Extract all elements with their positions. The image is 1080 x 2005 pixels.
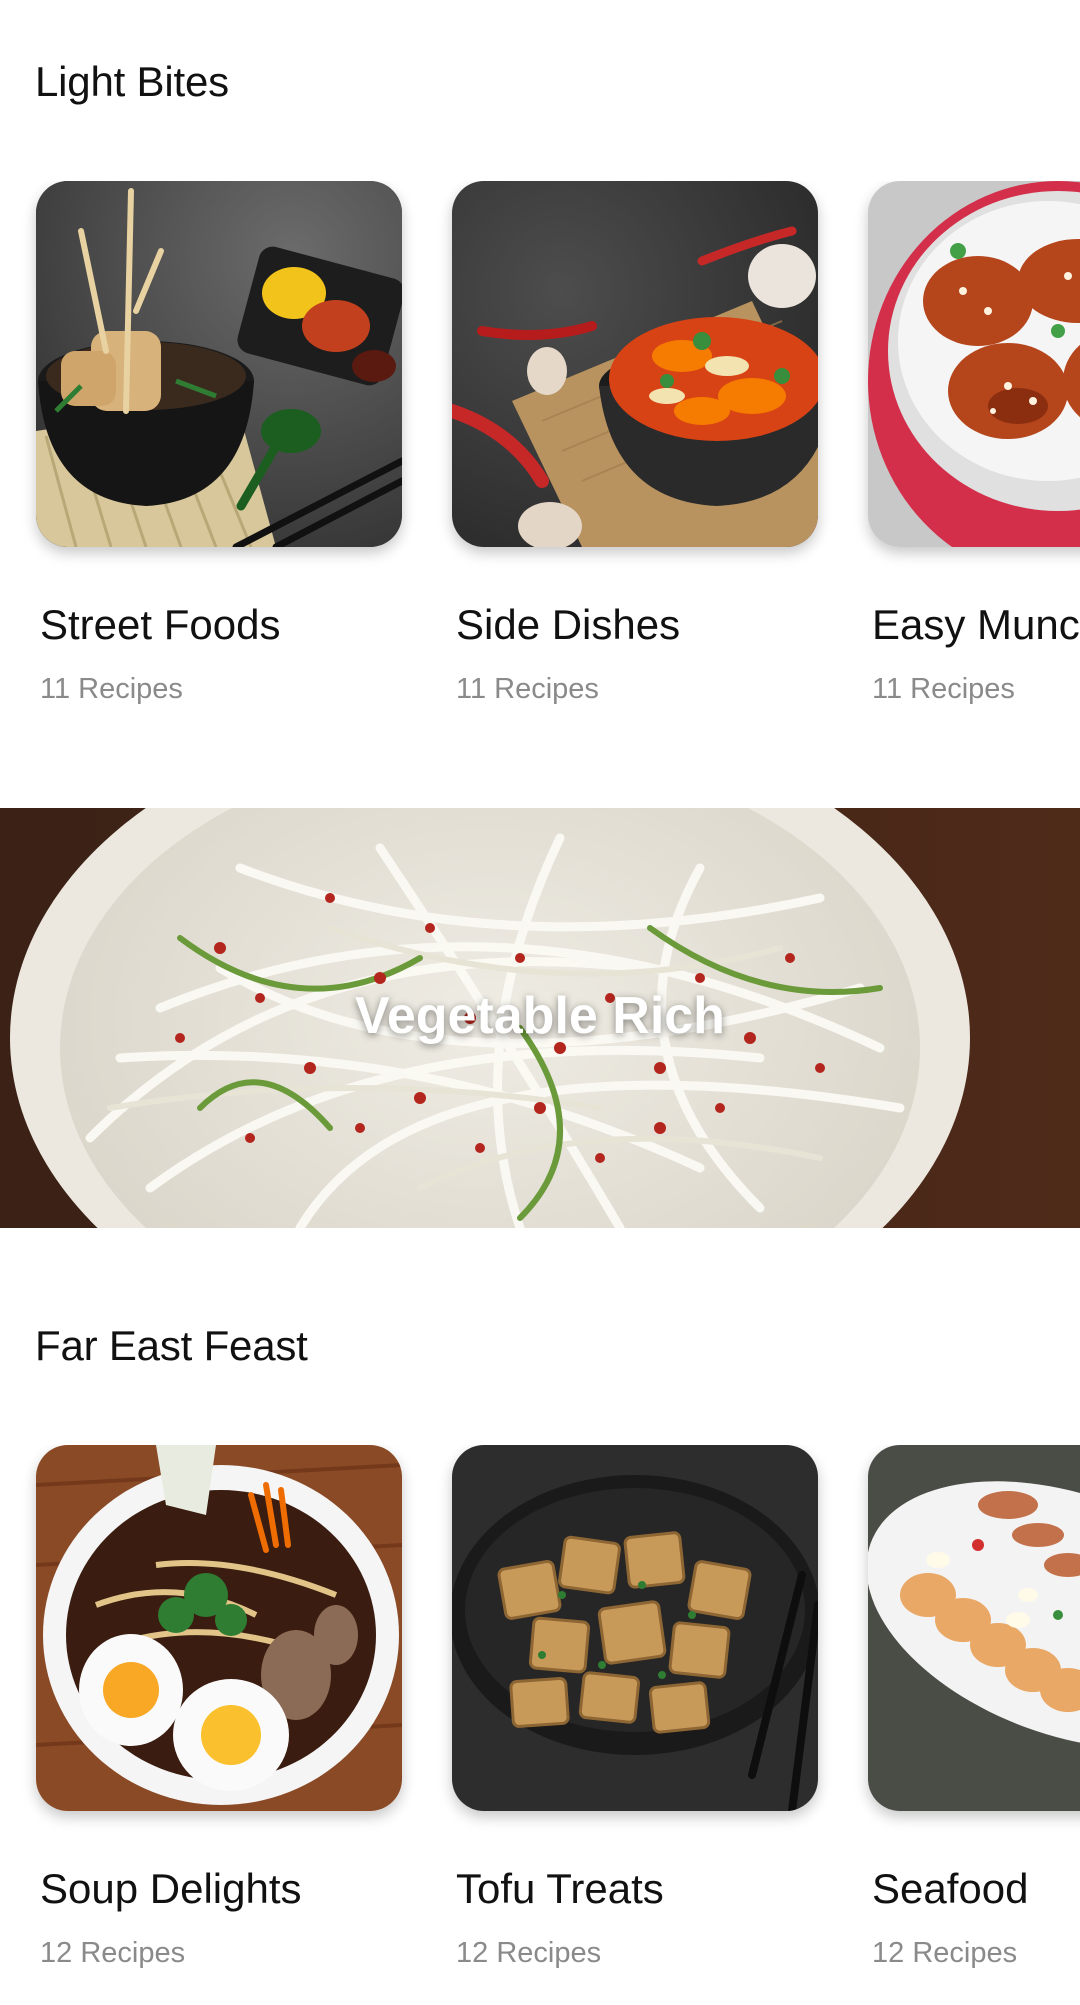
card-recipe-count: 12 Recipes <box>456 1937 602 1969</box>
card-recipe-count: 11 Recipes <box>40 673 183 705</box>
card-title: Soup Delights <box>40 1865 302 1912</box>
card-recipe-count: 12 Recipes <box>40 1937 186 1969</box>
category-card-easy-munchies[interactable]: Easy Munchies 11 Recipes <box>868 181 1080 705</box>
tofu-treats-image[interactable] <box>452 1445 818 1811</box>
card-recipe-count: 11 Recipes <box>456 673 599 705</box>
card-title: Street Foods <box>40 601 281 648</box>
side-dishes-image[interactable] <box>452 181 818 547</box>
card-title: Tofu Treats <box>456 1865 664 1912</box>
card-title: Easy Munchies <box>872 601 1080 648</box>
light-bites-carousel[interactable]: Street Foods 11 Recipes Side Dishes 11 R… <box>0 181 1080 741</box>
banner-title: Vegetable Rich <box>355 987 725 1045</box>
category-card-tofu-treats[interactable]: Tofu Treats 12 Recipes <box>452 1445 818 1969</box>
card-title: Side Dishes <box>456 601 681 648</box>
category-card-street-foods[interactable]: Street Foods 11 Recipes <box>36 181 402 705</box>
card-recipe-count: 12 Recipes <box>872 1937 1018 1969</box>
category-card-side-dishes[interactable]: Side Dishes 11 Recipes <box>452 181 818 705</box>
category-card-soup-delights[interactable]: Soup Delights 12 Recipes <box>36 1445 402 1969</box>
far-east-feast-carousel[interactable]: Soup Delights 12 Recipes Tofu Treats 12 … <box>0 1445 1080 2005</box>
category-card-seafood[interactable]: Seafood 12 Recipes <box>868 1445 1080 1969</box>
easy-munchies-image[interactable] <box>868 181 1080 547</box>
card-title: Seafood <box>872 1865 1029 1912</box>
section-title-far-east-feast: Far East Feast <box>35 1322 308 1369</box>
soup-delights-image[interactable] <box>36 1445 402 1811</box>
card-recipe-count: 11 Recipes <box>872 673 1015 705</box>
vegetable-rich-banner[interactable]: Vegetable Rich <box>0 808 1080 1228</box>
street-foods-image[interactable] <box>36 181 402 547</box>
section-title-light-bites: Light Bites <box>35 58 229 105</box>
seafood-image[interactable] <box>868 1445 1080 1811</box>
